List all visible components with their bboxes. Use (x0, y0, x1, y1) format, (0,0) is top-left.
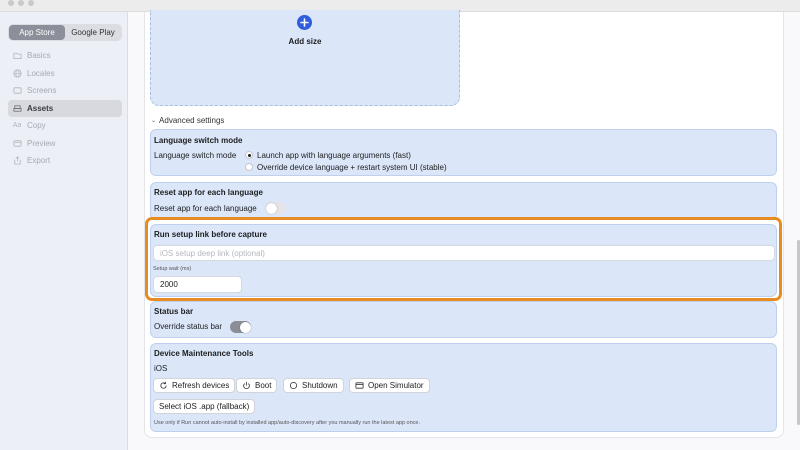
radio-launch-arguments-label: Launch app with language arguments (fast… (257, 151, 411, 160)
sidebar-item-assets[interactable]: Assets (8, 99, 122, 117)
sidebar-item-label: Preview (27, 138, 56, 148)
store-segmented-control: App Store Google Play (8, 24, 122, 41)
reset-app-title: Reset app for each language (154, 188, 263, 197)
shutdown-button[interactable]: Shutdown (283, 378, 344, 393)
layers-icon (11, 86, 23, 96)
sidebar-item-label: Locales (27, 68, 55, 78)
select-ios-app-label: Select iOS .app (fallback) (159, 402, 250, 411)
main-content: Add size ⌄ Advanced settings Language sw… (128, 10, 800, 450)
device-tools-card: Device Maintenance Tools iOS Refresh dev… (150, 343, 777, 432)
override-status-bar-label: Override status bar (154, 322, 223, 331)
setup-deep-link-input[interactable] (153, 245, 775, 261)
plus-icon[interactable] (297, 15, 312, 30)
sidebar-nav: Basics Locales Screens Assets Aa Copy Pr… (8, 47, 122, 170)
device-tools-title: Device Maintenance Tools (154, 349, 254, 358)
stack-icon (11, 103, 23, 113)
add-size-dropzone[interactable]: Add size (150, 10, 460, 106)
setup-wait-label: Setup wait (ms) (153, 266, 192, 272)
radio-override-device-language-label: Override device language + restart syste… (257, 163, 447, 172)
language-switch-card: Language switch mode Language switch mod… (150, 129, 777, 176)
sidebar-item-basics[interactable]: Basics (8, 47, 122, 64)
open-simulator-label: Open Simulator (368, 381, 424, 390)
window-minimize-control[interactable] (18, 0, 24, 6)
status-bar-title: Status bar (154, 307, 194, 316)
chevron-down-icon: ⌄ (151, 118, 157, 124)
radio-launch-arguments[interactable] (245, 151, 253, 159)
segment-app-store[interactable]: App Store (9, 25, 65, 40)
sidebar-item-preview[interactable]: Preview (8, 135, 122, 152)
text-icon: Aa (12, 122, 22, 129)
boot-label: Boot (255, 381, 272, 390)
eye-icon (11, 138, 23, 148)
refresh-icon (159, 381, 168, 390)
sidebar-item-label: Assets (27, 103, 54, 113)
sidebar-item-copy[interactable]: Aa Copy (8, 117, 122, 134)
circle-icon (289, 381, 298, 390)
refresh-devices-label: Refresh devices (172, 381, 230, 390)
language-switch-label: Language switch mode (154, 151, 237, 160)
sidebar-item-label: Copy (27, 121, 46, 130)
status-bar-card: Status bar Override status bar (150, 301, 777, 338)
setup-link-title: Run setup link before capture (154, 230, 267, 239)
sidebar-item-locales[interactable]: Locales (8, 65, 122, 82)
reset-app-toggle[interactable] (265, 202, 286, 214)
advanced-settings-label: Advanced settings (159, 116, 225, 125)
fallback-note: Use only if Run cannot auto-install by i… (154, 420, 420, 426)
sidebar-item-screens[interactable]: Screens (8, 82, 122, 99)
boot-button[interactable]: Boot (236, 378, 278, 393)
window-icon (355, 381, 364, 390)
add-size-label: Add size (288, 37, 322, 46)
setup-wait-input[interactable]: 2000 (153, 276, 242, 293)
reset-app-card: Reset app for each language Reset app fo… (150, 182, 777, 220)
shutdown-label: Shutdown (302, 381, 338, 390)
power-icon (242, 381, 251, 390)
open-simulator-button[interactable]: Open Simulator (349, 378, 430, 393)
settings-panel: Add size ⌄ Advanced settings Language sw… (144, 10, 784, 438)
sidebar: App Store Google Play Basics Locales Scr… (0, 12, 128, 450)
radio-override-device-language[interactable] (245, 163, 253, 171)
language-switch-title: Language switch mode (154, 136, 243, 145)
window-close-control[interactable] (8, 0, 14, 6)
window-zoom-control[interactable] (28, 0, 34, 6)
sidebar-item-export[interactable]: Export (8, 152, 122, 169)
globe-icon (11, 68, 23, 78)
export-icon (11, 156, 23, 166)
sidebar-item-label: Screens (27, 86, 57, 95)
setup-link-card: Run setup link before capture Setup wait… (150, 224, 777, 297)
refresh-devices-button[interactable]: Refresh devices (153, 378, 236, 393)
sidebar-item-label: Export (27, 156, 51, 165)
platform-label: iOS (154, 364, 168, 373)
override-status-bar-toggle[interactable] (230, 321, 251, 333)
folder-icon (11, 51, 23, 61)
segment-google-play[interactable]: Google Play (65, 25, 121, 40)
reset-app-toggle-label: Reset app for each language (154, 204, 257, 213)
sidebar-item-label: Basics (27, 51, 51, 60)
select-ios-app-button[interactable]: Select iOS .app (fallback) (153, 399, 256, 414)
advanced-settings-disclosure[interactable]: ⌄ Advanced settings (151, 116, 224, 125)
